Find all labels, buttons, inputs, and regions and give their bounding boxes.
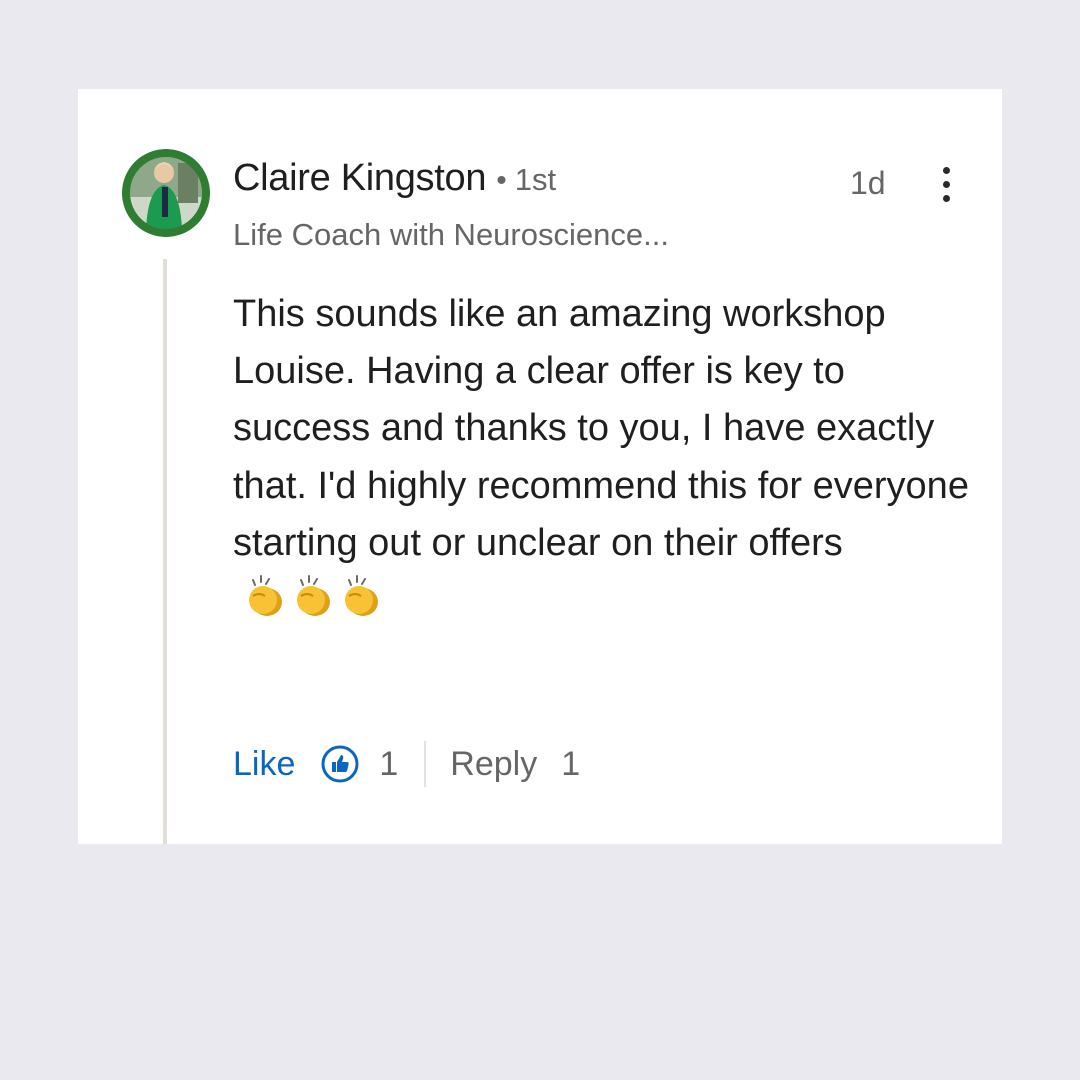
- comment-card: Claire Kingston • 1st 1d Life Coach with…: [78, 89, 1002, 844]
- comment-body: This sounds like an amazing workshop Lou…: [233, 286, 983, 629]
- comment-header: Claire Kingston • 1st: [233, 157, 556, 205]
- like-count: 1: [379, 744, 399, 783]
- author-headline: Life Coach with Neuroscience...: [233, 217, 669, 252]
- thread-line: [163, 259, 167, 844]
- reply-button[interactable]: Reply: [450, 745, 537, 784]
- action-divider: [424, 741, 427, 787]
- comment-text: This sounds like an amazing workshop Lou…: [233, 293, 969, 564]
- like-reaction-icon[interactable]: [321, 745, 359, 783]
- comment-timestamp: 1d: [850, 165, 886, 201]
- avatar[interactable]: [122, 149, 210, 237]
- clapping-hands-icon: [249, 575, 282, 617]
- author-name[interactable]: Claire Kingston: [233, 157, 487, 200]
- degree-separator: •: [496, 164, 507, 197]
- emoji-group: [243, 574, 387, 618]
- comment-actions: Like 1 Reply 1: [233, 739, 580, 789]
- reply-count[interactable]: 1: [561, 745, 580, 784]
- like-button[interactable]: Like: [233, 745, 295, 784]
- connection-degree: 1st: [514, 162, 557, 197]
- more-options-icon[interactable]: [928, 165, 964, 205]
- clapping-hands-icon: [297, 575, 330, 617]
- clapping-hands-icon: [345, 575, 378, 617]
